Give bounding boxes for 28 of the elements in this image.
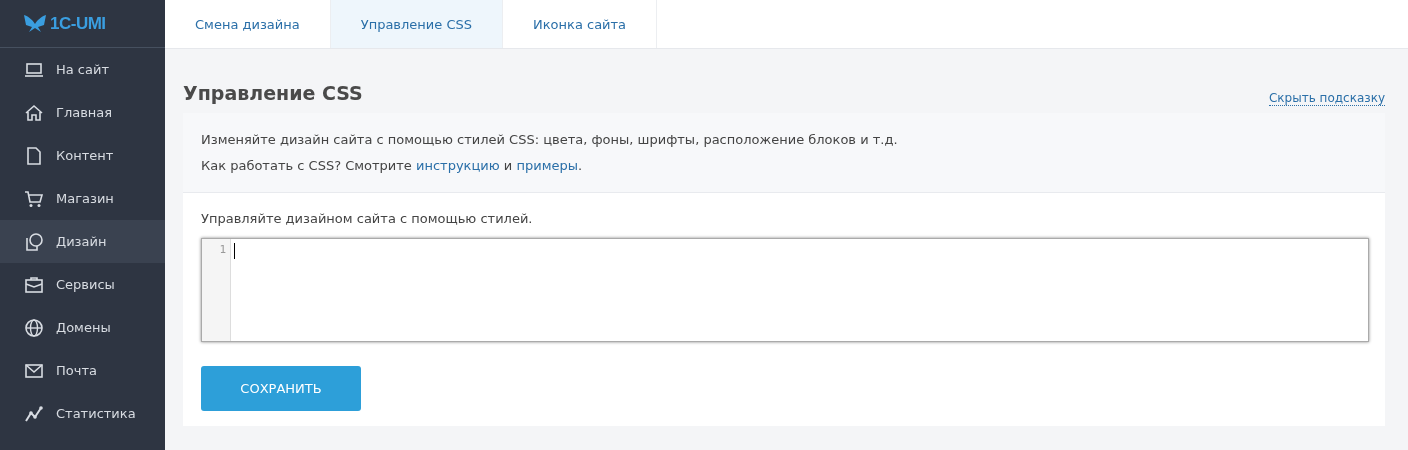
butterfly-logo-icon: [24, 14, 46, 33]
sidebar-item[interactable]: Почта: [0, 349, 165, 392]
sidebar-item[interactable]: Статистика: [0, 392, 165, 435]
text-cursor: [234, 243, 235, 259]
briefcase-icon: [24, 274, 44, 295]
globe-icon: [24, 317, 44, 338]
instruction-link[interactable]: инструкцию: [416, 158, 500, 173]
editor-label: Управляйте дизайном сайта с помощью стилей.: [201, 211, 534, 226]
sidebar-item[interactable]: Сервисы: [0, 263, 165, 306]
hint-text: Изменяйте дизайн сайта с помощью стилей CSS: цвета, фоны, шрифты, расположение блоков и т.д.: [201, 131, 899, 149]
sidebar-item[interactable]: Дизайн: [0, 220, 165, 263]
page-title: Управление CSS: [183, 82, 363, 104]
logo-text: 1C-UMI: [50, 13, 106, 34]
sidebar-item[interactable]: Домены: [0, 306, 165, 349]
hint-text: Как работать с CSS? Смотрите инструкцию и примеры.: [201, 157, 584, 175]
home-icon: [24, 102, 44, 123]
shapes-icon: [24, 231, 44, 252]
line-number: 1: [218, 243, 226, 256]
sidebar-item[interactable]: Контент: [0, 134, 165, 177]
sidebar-item[interactable]: Главная: [0, 91, 165, 134]
sidebar-item[interactable]: На сайт: [0, 48, 165, 91]
document-icon: [24, 145, 44, 166]
cart-icon: [24, 188, 44, 209]
hide-hint-link[interactable]: Скрыть подсказку: [1269, 91, 1385, 106]
chart-line-icon: [24, 403, 44, 424]
examples-link[interactable]: примеры: [516, 158, 578, 173]
tab[interactable]: Управление CSS: [330, 0, 503, 48]
sidebar-item[interactable]: Магазин: [0, 177, 165, 220]
